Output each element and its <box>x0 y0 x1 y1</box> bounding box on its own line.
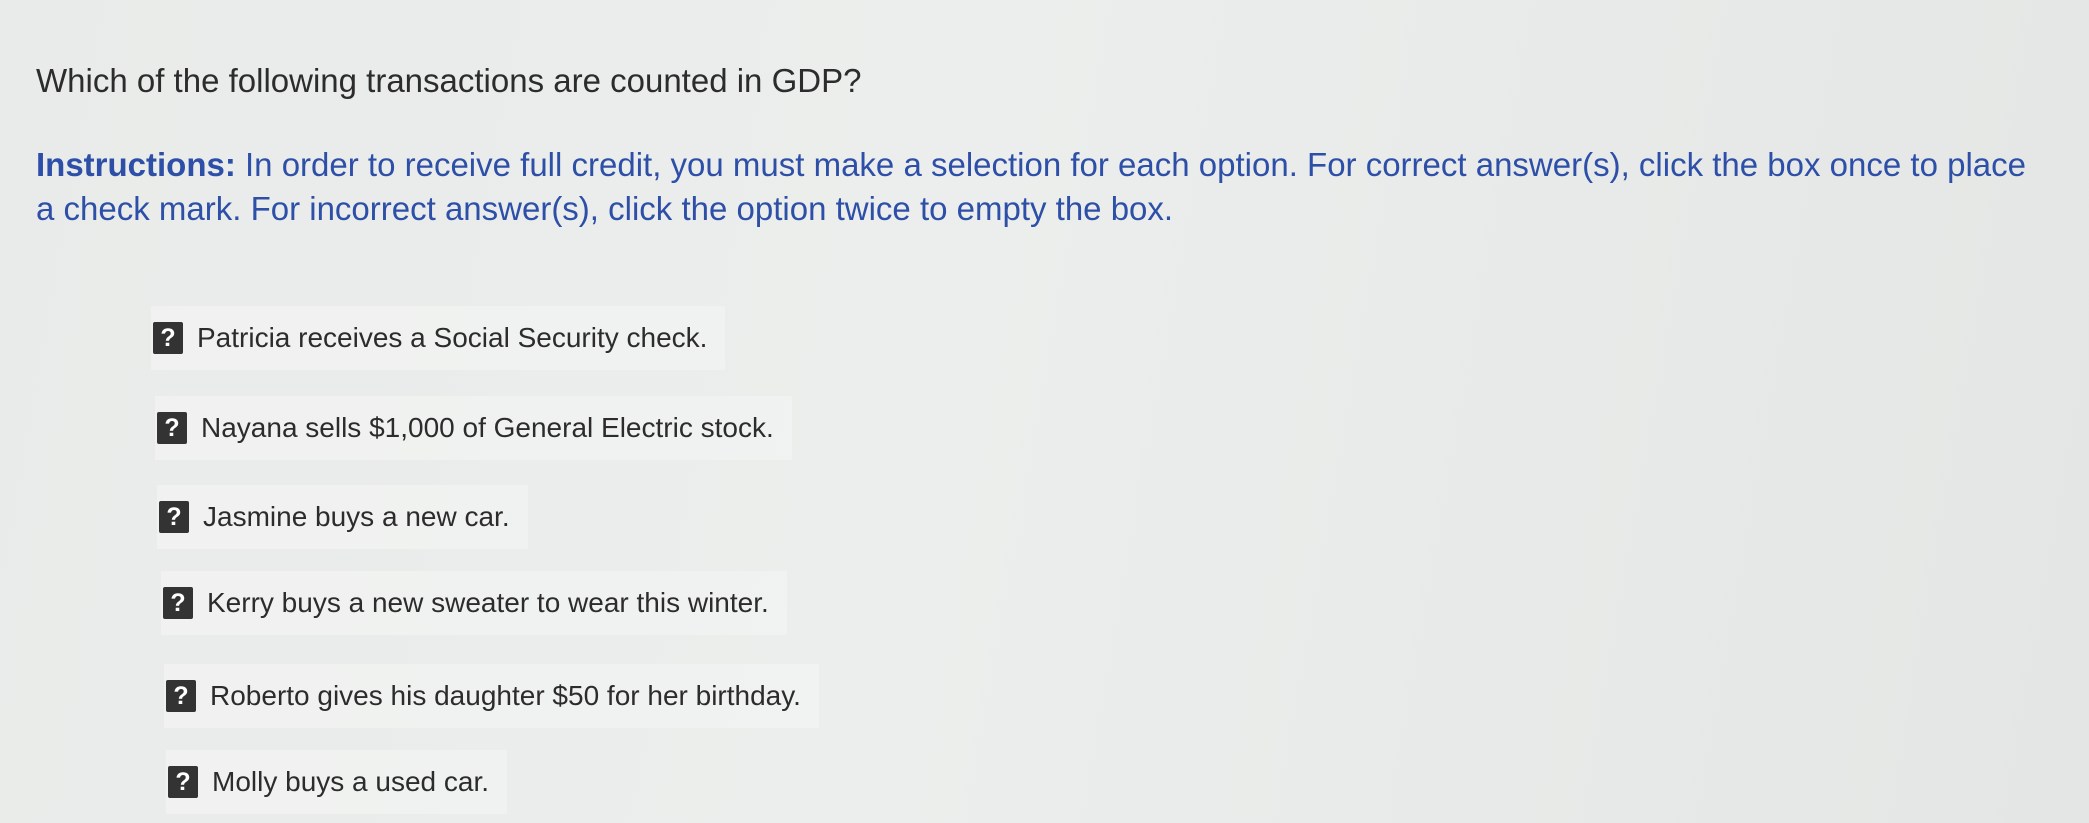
unanswered-marker-icon[interactable]: ? <box>168 766 198 798</box>
answer-option[interactable]: ? Roberto gives his daughter $50 for her… <box>164 664 819 728</box>
option-label: Kerry buys a new sweater to wear this wi… <box>207 587 769 618</box>
answer-option[interactable]: ? Patricia receives a Social Security ch… <box>151 306 726 370</box>
option-label: Jasmine buys a new car. <box>203 501 510 532</box>
answer-option[interactable]: ? Nayana sells $1,000 of General Electri… <box>155 396 792 460</box>
instructions-lead: Instructions: <box>36 146 236 183</box>
unanswered-marker-icon[interactable]: ? <box>166 680 196 712</box>
option-label: Nayana sells $1,000 of General Electric … <box>201 412 774 443</box>
unanswered-marker-icon[interactable]: ? <box>163 587 193 619</box>
unanswered-marker-icon[interactable]: ? <box>153 322 183 354</box>
question-text: Which of the following transactions are … <box>36 62 862 99</box>
unanswered-marker-icon[interactable]: ? <box>157 412 187 444</box>
option-label: Patricia receives a Social Security chec… <box>197 322 708 353</box>
answer-option[interactable]: ? Kerry buys a new sweater to wear this … <box>161 571 787 635</box>
option-label: Molly buys a used car. <box>212 766 490 797</box>
instructions-body: In order to receive full credit, you mus… <box>36 146 2026 227</box>
answer-option[interactable]: ? Molly buys a used car. <box>166 750 508 814</box>
instructions: Instructions: In order to receive full c… <box>36 143 2026 231</box>
unanswered-marker-icon[interactable]: ? <box>159 501 189 533</box>
answer-option[interactable]: ? Jasmine buys a new car. <box>157 485 528 549</box>
option-label: Roberto gives his daughter $50 for her b… <box>210 680 801 711</box>
question-page: Which of the following transactions are … <box>0 0 2089 823</box>
